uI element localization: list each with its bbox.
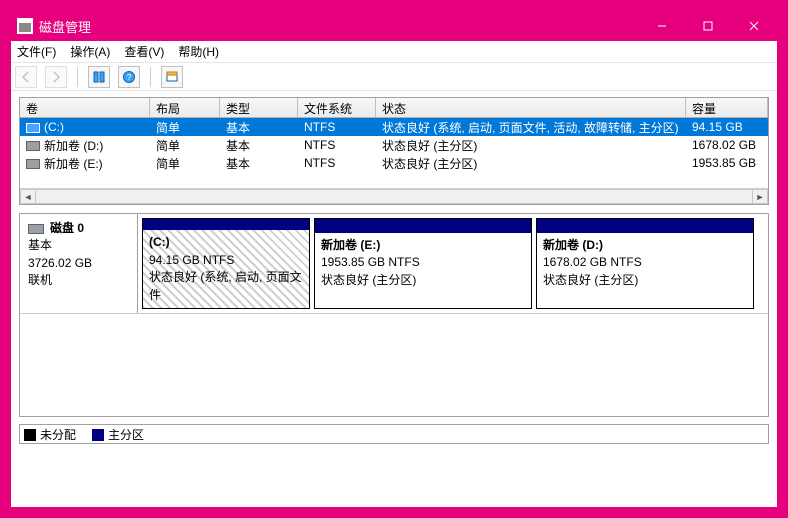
volume-header-bar [315, 219, 531, 233]
disk-volume-map: (C:)94.15 GB NTFS状态良好 (系统, 启动, 页面文件新加卷 (… [138, 214, 768, 313]
titlebar[interactable]: 磁盘管理 [11, 11, 777, 41]
volume-block[interactable]: 新加卷 (D:)1678.02 GB NTFS状态良好 (主分区) [536, 218, 754, 309]
volume-header-bar [537, 219, 753, 233]
table-row[interactable]: (C:)简单基本NTFS状态良好 (系统, 启动, 页面文件, 活动, 故障转储… [20, 118, 768, 136]
volume-list-pane: 卷 布局 类型 文件系统 状态 容量 (C:)简单基本NTFS状态良好 (系统,… [19, 97, 769, 205]
menu-view[interactable]: 查看(V) [124, 43, 164, 60]
disk-state: 联机 [28, 272, 129, 289]
close-button[interactable] [731, 11, 777, 41]
header-layout[interactable]: 布局 [150, 98, 220, 117]
horizontal-scrollbar[interactable]: ◄ ► [20, 188, 768, 204]
disk-map-pane: 磁盘 0 基本 3726.02 GB 联机 (C:)94.15 GB NTFS状… [19, 213, 769, 417]
menu-file[interactable]: 文件(F) [17, 43, 56, 60]
disk-type: 基本 [28, 237, 129, 254]
volume-table-body: (C:)简单基本NTFS状态良好 (系统, 启动, 页面文件, 活动, 故障转储… [20, 118, 768, 188]
help-button[interactable]: ? [118, 66, 140, 88]
window-buttons [639, 11, 777, 41]
swatch-primary [92, 429, 104, 441]
maximize-button[interactable] [685, 11, 731, 41]
scroll-track[interactable] [36, 189, 752, 204]
menubar: 文件(F) 操作(A) 查看(V) 帮助(H) [11, 41, 777, 63]
drive-icon [26, 159, 40, 169]
drive-icon [26, 123, 40, 133]
refresh-button[interactable] [88, 66, 110, 88]
drive-icon [26, 141, 40, 151]
table-row[interactable]: 新加卷 (E:)简单基本NTFS状态良好 (主分区)1953.85 GB [20, 154, 768, 172]
forward-button[interactable] [45, 66, 67, 88]
disk-map-empty [20, 314, 768, 416]
disk-info[interactable]: 磁盘 0 基本 3726.02 GB 联机 [20, 214, 138, 313]
disk-icon [28, 224, 44, 234]
toolbar-separator [77, 67, 78, 87]
disk-row: 磁盘 0 基本 3726.02 GB 联机 (C:)94.15 GB NTFS状… [20, 214, 768, 314]
disk-name: 磁盘 0 [50, 221, 84, 235]
wizard-button[interactable] [161, 66, 183, 88]
volume-block[interactable]: (C:)94.15 GB NTFS状态良好 (系统, 启动, 页面文件 [142, 218, 310, 309]
header-status[interactable]: 状态 [376, 98, 686, 117]
volume-block[interactable]: 新加卷 (E:)1953.85 GB NTFS状态良好 (主分区) [314, 218, 532, 309]
menu-action[interactable]: 操作(A) [70, 43, 110, 60]
volume-header-bar [143, 219, 309, 230]
legend: 未分配 主分区 [19, 424, 769, 444]
content-area: 卷 布局 类型 文件系统 状态 容量 (C:)简单基本NTFS状态良好 (系统,… [11, 91, 777, 507]
svg-text:?: ? [127, 73, 132, 82]
window: 磁盘管理 文件(F) 操作(A) 查看(V) 帮助(H) [10, 10, 778, 508]
legend-unallocated: 未分配 [24, 426, 76, 443]
window-title: 磁盘管理 [39, 17, 639, 36]
header-volume[interactable]: 卷 [20, 98, 150, 117]
swatch-unallocated [24, 429, 36, 441]
legend-primary: 主分区 [92, 426, 144, 443]
volume-table-header: 卷 布局 类型 文件系统 状态 容量 [20, 98, 768, 118]
header-type[interactable]: 类型 [220, 98, 298, 117]
disk-size: 3726.02 GB [28, 255, 129, 272]
scroll-right-icon[interactable]: ► [752, 189, 768, 204]
menu-help[interactable]: 帮助(H) [178, 43, 219, 60]
back-button[interactable] [15, 66, 37, 88]
minimize-button[interactable] [639, 11, 685, 41]
scroll-left-icon[interactable]: ◄ [20, 189, 36, 204]
table-row[interactable]: 新加卷 (D:)简单基本NTFS状态良好 (主分区)1678.02 GB [20, 136, 768, 154]
toolbar-separator-2 [150, 67, 151, 87]
toolbar: ? [11, 63, 777, 91]
header-filesystem[interactable]: 文件系统 [298, 98, 376, 117]
app-icon [17, 18, 33, 34]
header-capacity[interactable]: 容量 [686, 98, 768, 117]
